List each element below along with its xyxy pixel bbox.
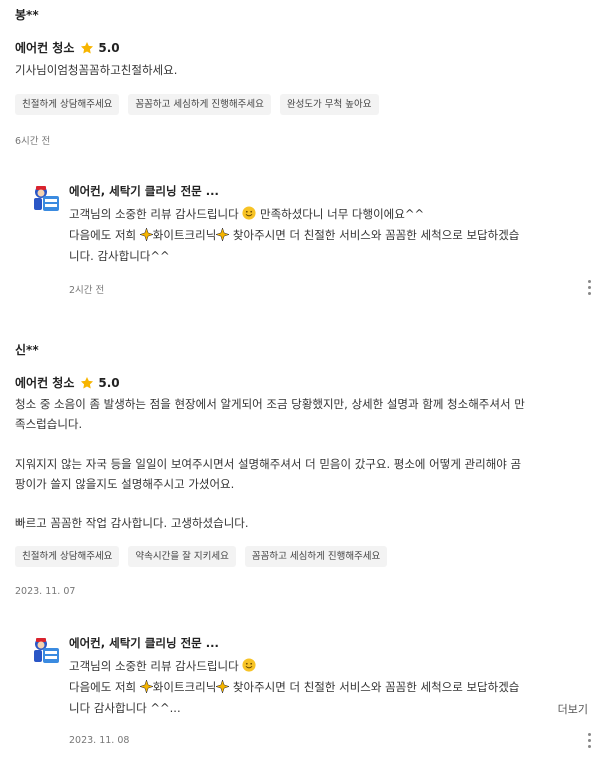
star-icon [81, 376, 94, 388]
service-rating-row: 에어컨 청소 5.0 [15, 39, 120, 56]
review-date: 2023. 11. 07 [15, 586, 76, 597]
sparkle-icon [139, 680, 153, 693]
smiling-face-icon [242, 658, 256, 672]
reply-text-segment: 만족하셨다니 너무 다행이에요^^ [256, 207, 425, 221]
smiling-face-icon [242, 206, 256, 220]
review-tag: 꼼꼼하고 세심하게 진행해주세요 [244, 546, 388, 567]
review-body-line: 팡이가 쓸지 않을지도 설명해주시고 가셨어요. [15, 477, 235, 491]
owner-reply: 에어컨, 세탁기 클리닝 전문 ... 고객님의 소중한 리뷰 감사드립니다 만… [30, 183, 591, 303]
reply-author: 에어컨, 세탁기 클리닝 전문 ... [69, 184, 219, 198]
reply-date: 2023. 11. 08 [69, 735, 130, 746]
review-body-line: 족스럽습니다. [15, 417, 83, 431]
review-tag: 완성도가 무척 높아요 [279, 94, 379, 115]
service-rating-row: 에어컨 청소 5.0 [15, 374, 120, 391]
reply-text-segment: 찾아주시면 더 친절한 서비스와 꼼꼼한 세척으로 보답하겠습 [229, 680, 520, 694]
reply-line: 고객님의 소중한 리뷰 감사드립니다 만족하셨다니 너무 다행이에요^^ [69, 204, 424, 224]
sparkle-icon [139, 228, 153, 241]
reply-text-segment: 화이트크리닉 [152, 228, 217, 242]
service-name: 에어컨 청소 [15, 376, 75, 390]
review-author: 봉** [15, 8, 39, 22]
review-tags: 친절하게 상담해주세요 꼼꼼하고 세심하게 진행해주세요 완성도가 무척 높아요 [15, 94, 379, 115]
service-name: 에어컨 청소 [15, 41, 75, 55]
see-more-link[interactable]: 더보기 [558, 701, 588, 717]
review-tag: 약속시간을 잘 지키세요 [128, 546, 236, 567]
more-options-icon[interactable] [588, 280, 592, 298]
rating-value: 5.0 [98, 40, 120, 55]
reply-line: 니다 감사합니다 ^^... [69, 701, 181, 715]
white-clinic-logo [30, 183, 60, 213]
reply-author: 에어컨, 세탁기 클리닝 전문 ... [69, 636, 219, 650]
more-options-icon[interactable] [588, 733, 592, 751]
reply-text-segment: 화이트크리닉 [152, 680, 217, 694]
reply-line: 다음에도 저희 화이트크리닉 찾아주시면 더 친절한 서비스와 꼼꼼한 세척으로… [69, 677, 519, 697]
star-icon [81, 41, 94, 53]
reply-date: 2시간 전 [69, 285, 105, 296]
review-tag: 친절하게 상담해주세요 [15, 94, 120, 115]
reply-text-segment: 고객님의 소중한 리뷰 감사드립니다 [69, 207, 243, 221]
reply-text-segment: 다음에도 저희 [69, 680, 140, 694]
reply-line: 니다. 감사합니다^^ [69, 249, 170, 263]
sparkle-icon [216, 228, 230, 241]
review-tags: 친절하게 상담해주세요 약속시간을 잘 지키세요 꼼꼼하고 세심하게 진행해주세… [15, 546, 388, 567]
review-date: 6시간 전 [15, 136, 51, 147]
review-tag: 꼼꼼하고 세심하게 진행해주세요 [128, 94, 271, 115]
review-body: 기사님이엄청꼼꼼하고친절하세요. [15, 63, 178, 77]
reply-text-segment: 고객님의 소중한 리뷰 감사드립니다 [69, 659, 243, 673]
review-tag: 친절하게 상담해주세요 [15, 546, 120, 567]
white-clinic-logo [30, 635, 60, 665]
review-body-line: 빠르고 꼼꼼한 작업 감사합니다. 고생하셨습니다. [15, 516, 249, 530]
reply-text-segment: 다음에도 저희 [69, 228, 140, 242]
review-author: 신** [15, 343, 39, 357]
review-body-line: 지워지지 않는 자국 등을 일일이 보여주시면서 설명해주셔서 더 믿음이 갔구… [15, 457, 522, 471]
sparkle-icon [216, 680, 230, 693]
reply-line: 고객님의 소중한 리뷰 감사드립니다 [69, 656, 256, 676]
review-body-line: 청소 중 소음이 좀 발생하는 점을 현장에서 알게되어 조금 당황했지만, 상… [15, 397, 525, 411]
owner-reply: 에어컨, 세탁기 클리닝 전문 ... 고객님의 소중한 리뷰 감사드립니다 다… [30, 635, 591, 755]
reply-text-segment: 찾아주시면 더 친절한 서비스와 꼼꼼한 세척으로 보답하겠습 [229, 228, 520, 242]
reply-line: 다음에도 저희 화이트크리닉 찾아주시면 더 친절한 서비스와 꼼꼼한 세척으로… [69, 225, 519, 245]
rating-value: 5.0 [98, 375, 120, 390]
